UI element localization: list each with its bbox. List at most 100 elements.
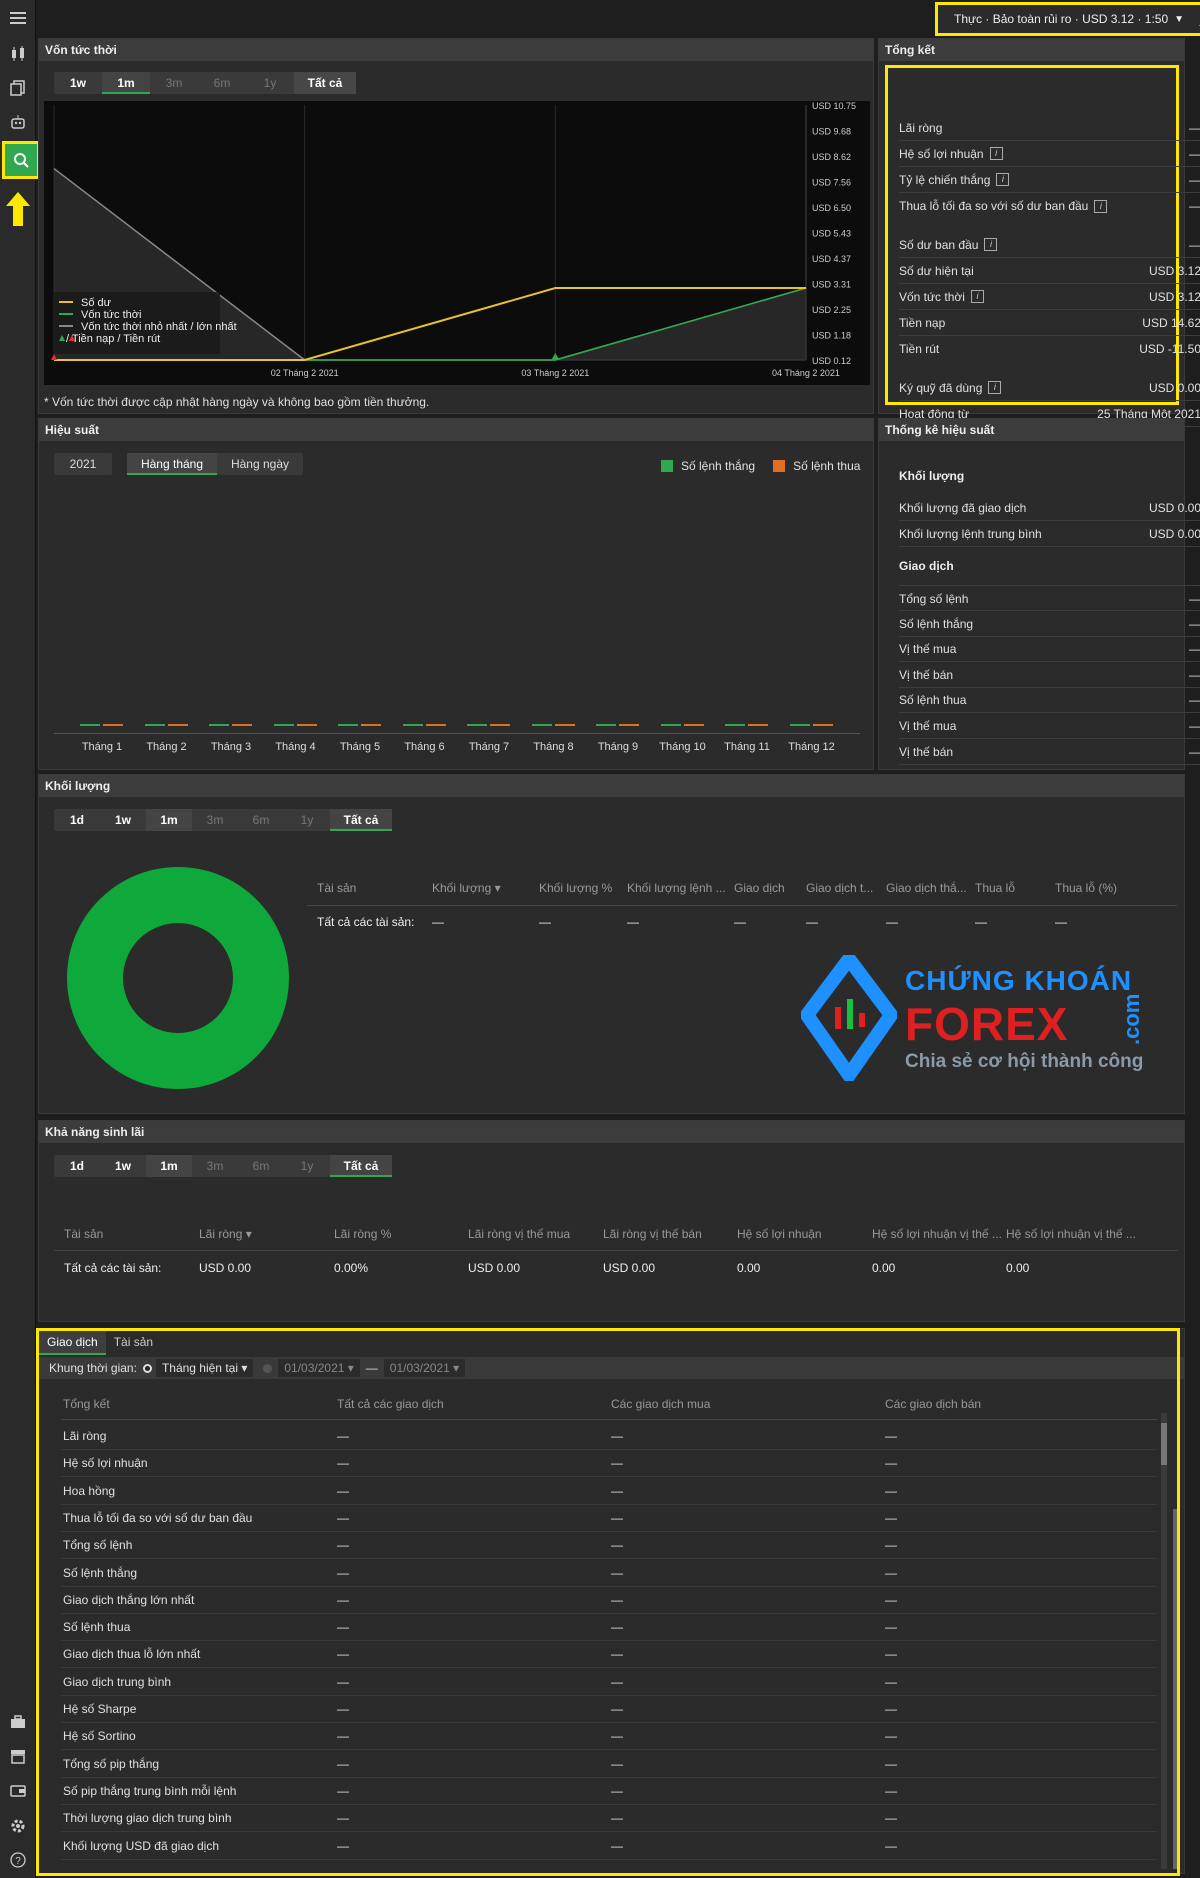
profit-tab-1w[interactable]: 1w — [100, 1155, 146, 1177]
info-icon[interactable]: i — [989, 147, 1003, 160]
profit-tab-1y[interactable]: 1y — [284, 1155, 330, 1177]
tab-1y[interactable]: 1y — [246, 72, 294, 94]
profit-tab-1m[interactable]: 1m — [146, 1155, 192, 1177]
summary-value: USD 3.12 — [1148, 290, 1200, 304]
month-loss-bar[interactable] — [748, 724, 768, 726]
month-loss-bar[interactable] — [490, 724, 510, 726]
vol-tab-1w[interactable]: 1w — [100, 809, 146, 831]
tab-3m[interactable]: 3m — [150, 72, 198, 94]
month-loss-bar[interactable] — [296, 724, 317, 726]
chevron-down-icon[interactable]: ▼ — [1174, 14, 1184, 25]
vol-tab-1y[interactable]: 1y — [284, 809, 330, 831]
vol-tab-all[interactable]: Tất cả — [330, 809, 392, 831]
tab-1m[interactable]: 1m — [102, 72, 150, 94]
month-win-bar[interactable] — [144, 724, 165, 726]
tab-6m[interactable]: 6m — [198, 72, 246, 94]
volume-col-header[interactable]: Khối lượng % — [539, 881, 612, 895]
profit-col-header[interactable]: Tài sản — [64, 1227, 103, 1241]
analytics-icon[interactable] — [2, 141, 40, 179]
profit-col-header[interactable]: Hệ số lợi nhuận vị thế ... — [872, 1227, 1002, 1241]
volume-col-header[interactable]: Thua lỗ (%) — [1055, 881, 1117, 895]
info-icon[interactable]: i — [988, 381, 1002, 394]
volume-col-header[interactable]: Giao dịch — [734, 881, 785, 895]
month-win-bar[interactable] — [789, 724, 810, 726]
month-loss-bar[interactable] — [554, 724, 575, 726]
watermark-logo: CHỨNG KHOÁN FOREX .com Chia sẻ cơ hội th… — [801, 955, 1173, 1095]
month-win-bar[interactable] — [80, 724, 100, 726]
month-loss-bar[interactable] — [683, 724, 704, 726]
profit-tab-6m[interactable]: 6m — [238, 1155, 284, 1177]
info-icon[interactable]: i — [970, 290, 984, 303]
stat-value: — — [1189, 693, 1200, 708]
volume-cell: — — [806, 915, 818, 929]
tab-daily[interactable]: Hàng ngày — [217, 453, 303, 475]
profit-col-header[interactable]: Lãi ròng ▾ — [199, 1227, 252, 1241]
info-icon[interactable]: i — [996, 173, 1010, 186]
year-selector[interactable]: 2021 — [54, 453, 112, 475]
profit-col-header[interactable]: Hệ số lợi nhuận vị thế ... — [1006, 1227, 1136, 1241]
volume-col-header[interactable]: Khối lượng lệnh ... — [627, 881, 726, 895]
profit-col-header[interactable]: Lãi ròng vị thế bán — [603, 1227, 702, 1241]
briefcase-icon[interactable] — [4, 1708, 32, 1736]
month-win-bar[interactable] — [338, 724, 358, 726]
month-win-bar[interactable] — [660, 724, 681, 726]
volume-cell: — — [734, 915, 746, 929]
profit-range-tabs: 1d 1w 1m 3m 6m 1y Tất cả — [54, 1155, 392, 1177]
help-icon[interactable]: ? — [4, 1846, 32, 1874]
month-win-bar[interactable] — [402, 724, 423, 726]
month-loss-bar[interactable] — [361, 724, 381, 726]
copy-icon[interactable] — [4, 74, 32, 102]
month-loss-bar[interactable] — [425, 724, 446, 726]
profit-tab-all[interactable]: Tất cả — [330, 1155, 392, 1177]
month-loss-bar[interactable] — [167, 724, 188, 726]
tab-all[interactable]: Tất cả — [294, 72, 356, 94]
year-select[interactable]: 2021 — [54, 453, 112, 475]
account-selector[interactable]: Thực · Bảo toàn rủi ro · USD 3.12 · 1:50… — [935, 2, 1200, 36]
month-loss-bar[interactable] — [812, 724, 833, 726]
month-loss-bar[interactable] — [232, 724, 252, 726]
y-tick-label: USD 2.25 — [812, 305, 851, 315]
profit-col-header[interactable]: Lãi ròng vị thế mua — [468, 1227, 570, 1241]
stat-label: Tổng số lệnh — [899, 592, 969, 606]
robot-icon[interactable] — [4, 108, 32, 136]
month-win-bar[interactable] — [467, 724, 487, 726]
store-icon[interactable] — [4, 1742, 32, 1770]
month-loss-bar[interactable] — [103, 724, 123, 726]
month-win-bar[interactable] — [273, 724, 294, 726]
vol-tab-3m[interactable]: 3m — [192, 809, 238, 831]
info-icon[interactable]: i — [984, 238, 998, 251]
volume-donut-chart[interactable] — [65, 865, 291, 1091]
menu-icon[interactable] — [4, 4, 32, 32]
watermark-suffix: .com — [1119, 993, 1144, 1045]
summary-row: Hệ số lợi nhuận i — — [899, 141, 1200, 167]
vol-tab-1m[interactable]: 1m — [146, 809, 192, 831]
vol-tab-6m[interactable]: 6m — [238, 809, 284, 831]
volume-stat-row: Khối lượng lệnh trung bình USD 0.00 — [899, 521, 1200, 547]
tab-monthly[interactable]: Hàng tháng — [127, 453, 217, 475]
profit-tab-1d[interactable]: 1d — [54, 1155, 100, 1177]
vol-tab-1d[interactable]: 1d — [54, 809, 100, 831]
month-win-bar[interactable] — [596, 724, 616, 726]
equity-chart[interactable]: USD 10.75 USD 9.68 USD 8.62 USD 7.56 USD 6.5… — [44, 101, 870, 385]
gear-icon[interactable] — [4, 1812, 32, 1840]
chart-icon[interactable] — [4, 40, 32, 68]
month-loss-bar[interactable] — [619, 724, 639, 726]
volume-col-header[interactable]: Giao dịch t... — [806, 881, 873, 895]
profit-col-header[interactable]: Lãi ròng % — [334, 1227, 391, 1241]
stat-value: — — [1189, 642, 1200, 657]
month-win-bar[interactable] — [725, 724, 745, 726]
month-win-bar[interactable] — [531, 724, 552, 726]
performance-legend: Số lệnh thắng Số lệnh thua — [661, 459, 860, 473]
volume-col-header[interactable]: Thua lỗ — [975, 881, 1015, 895]
profit-tab-3m[interactable]: 3m — [192, 1155, 238, 1177]
wallet-icon[interactable] — [4, 1776, 32, 1804]
tab-1w[interactable]: 1w — [54, 72, 102, 94]
volume-col-header[interactable]: Giao dịch thắ... — [886, 881, 967, 895]
month-label: Tháng 8 — [533, 741, 574, 753]
info-icon[interactable]: i — [1094, 199, 1108, 213]
profit-col-header[interactable]: Hệ số lợi nhuận — [737, 1227, 822, 1241]
month-win-bar[interactable] — [209, 724, 229, 726]
volume-col-header[interactable]: Tài sản — [317, 881, 356, 895]
summary-panel: Tổng kết Lãi ròng — Hệ số lợi nhuận i — Tỷ lệ… — [878, 38, 1200, 427]
volume-col-header[interactable]: Khối lượng ▾ — [432, 881, 501, 895]
